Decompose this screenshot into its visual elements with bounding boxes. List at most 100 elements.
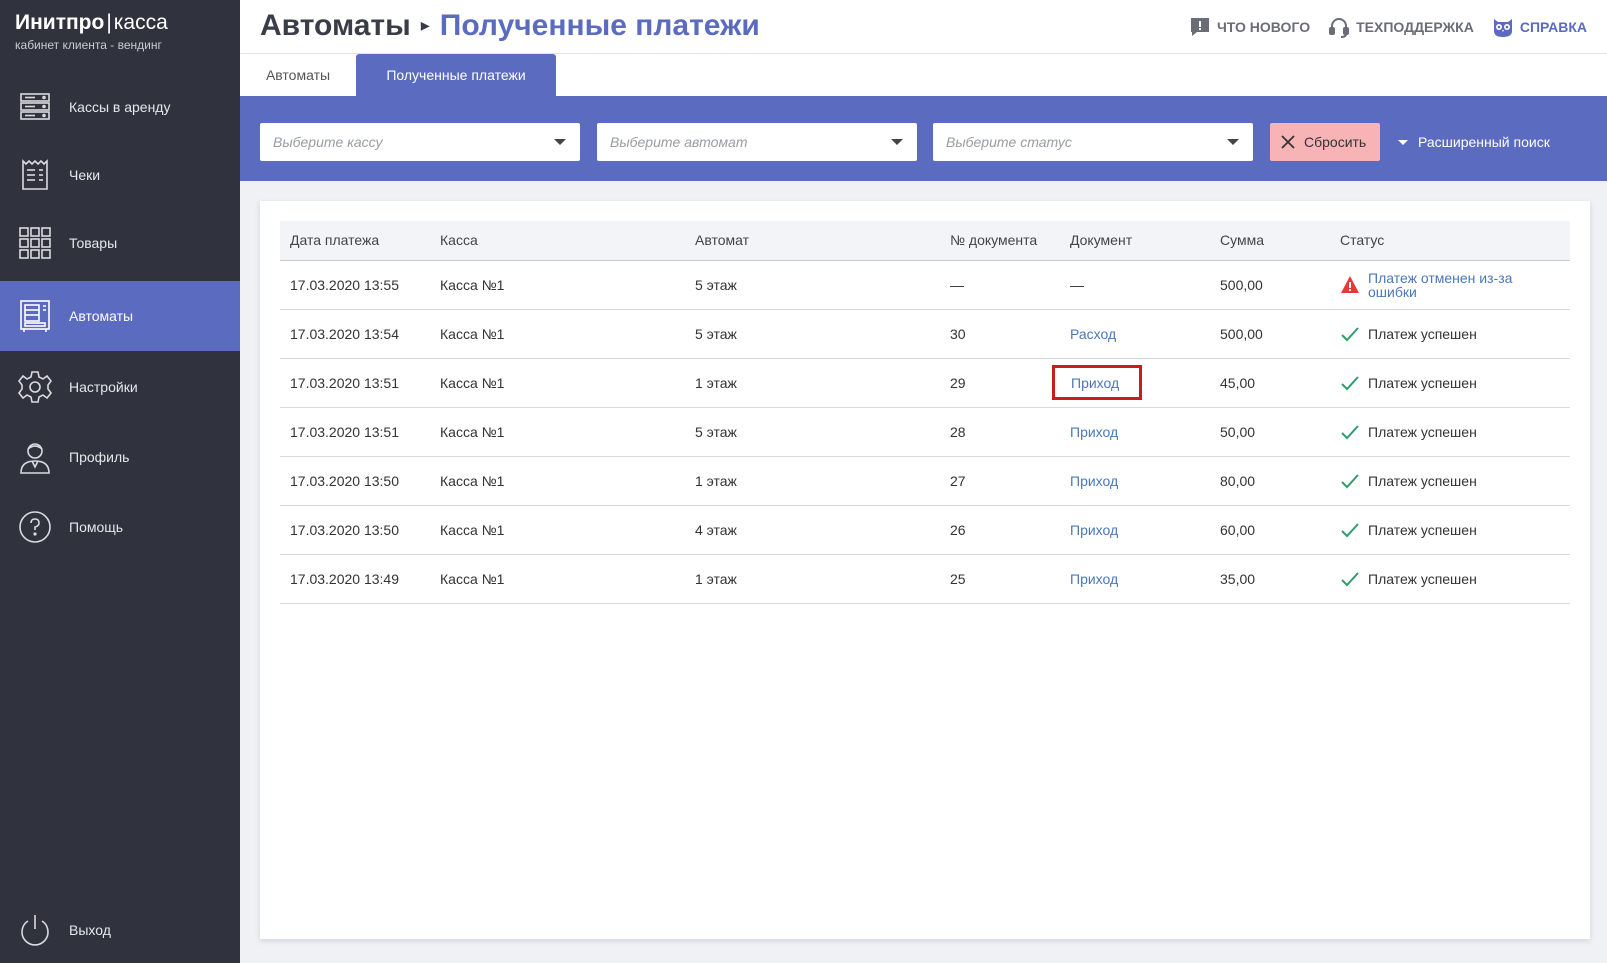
- support-link[interactable]: ТЕХПОДДЕРЖКА: [1328, 16, 1474, 38]
- breadcrumb: Автоматы ▸ Полученные платежи: [260, 9, 760, 43]
- caret-down-icon: [891, 139, 903, 145]
- tab-received-payments[interactable]: Полученные платежи: [356, 54, 556, 96]
- whats-new-label: ЧТО НОВОГО: [1216, 19, 1311, 35]
- cell-date: 17.03.2020 13:49: [290, 570, 399, 587]
- cell-sum: 500,00: [1220, 325, 1263, 342]
- receipt-icon: [17, 157, 53, 193]
- checkmark-icon: [1341, 522, 1359, 537]
- chevron-right-icon: ▸: [420, 15, 430, 35]
- table-row: 17.03.2020 13:51 Касса №1 5 этаж 28 Прих…: [280, 407, 1570, 456]
- sidebar-item-nastroiki[interactable]: Настройки: [0, 352, 240, 422]
- table-row: 17.03.2020 13:50 Касса №1 1 этаж 27 Прих…: [280, 456, 1570, 505]
- page-title: Полученные платежи: [439, 9, 760, 42]
- tab-avtomaty[interactable]: Автоматы: [240, 54, 356, 96]
- cell-date: 17.03.2020 13:51: [290, 423, 399, 440]
- breadcrumb-root[interactable]: Автоматы: [260, 9, 411, 42]
- automat-select[interactable]: Выберите автомат: [597, 123, 917, 161]
- brand-subtitle: кабинет клиента - вендинг: [15, 38, 162, 52]
- col-header-automat[interactable]: Автомат: [685, 221, 940, 260]
- cell-automat: 1 этаж: [695, 374, 737, 391]
- sidebar-item-label: Профиль: [69, 449, 130, 465]
- cell-automat: 1 этаж: [695, 472, 737, 489]
- help-label: СПРАВКА: [1519, 19, 1587, 35]
- cell-sum: 50,00: [1220, 423, 1256, 440]
- sidebar-item-kassy[interactable]: Кассы в аренду: [0, 72, 240, 142]
- help-icon: [17, 509, 53, 545]
- cell-date: 17.03.2020 13:50: [290, 521, 399, 538]
- status-select[interactable]: Выберите статус: [933, 123, 1253, 161]
- cell-kassa: Касса №1: [440, 521, 505, 538]
- status-success: Платеж успешен: [1340, 324, 1570, 344]
- cell-automat: 5 этаж: [695, 423, 737, 440]
- document-link[interactable]: Приход: [1060, 505, 1210, 554]
- whats-new-link[interactable]: ЧТО НОВОГО: [1189, 16, 1310, 38]
- sidebar-item-label: Настройки: [69, 379, 138, 395]
- status-text: Платеж успешен: [1368, 374, 1477, 391]
- document-link[interactable]: Приход: [1060, 456, 1210, 505]
- col-header-date[interactable]: Дата платежа: [280, 221, 430, 260]
- reset-label: Сбросить: [1304, 134, 1367, 150]
- close-icon: [1281, 135, 1295, 149]
- table-row: 17.03.2020 13:55 Касса №1 5 этаж — — 500…: [280, 260, 1570, 309]
- cell-sum: 500,00: [1220, 276, 1263, 293]
- cell-doc-no: —: [950, 276, 964, 293]
- sidebar-item-label: Товары: [69, 235, 118, 251]
- brand-separator: |: [106, 11, 112, 34]
- col-header-doc[interactable]: Документ: [1060, 221, 1210, 260]
- advanced-search-toggle[interactable]: Расширенный поиск: [1398, 123, 1550, 161]
- document-link-highlighted[interactable]: Приход: [1052, 365, 1143, 400]
- caret-down-icon: [1398, 139, 1408, 145]
- status-success: Платеж успешен: [1340, 520, 1570, 540]
- cell-automat: 5 этаж: [695, 325, 737, 342]
- checkmark-icon: [1341, 375, 1359, 390]
- brand-name: Инитпро: [15, 11, 105, 34]
- cell-sum: 80,00: [1220, 472, 1256, 489]
- header: Автоматы ▸ Полученные платежи ЧТО НОВОГО Т…: [240, 0, 1607, 54]
- cell-date: 17.03.2020 13:50: [290, 472, 399, 489]
- cell-date: 17.03.2020 13:51: [290, 374, 399, 391]
- cell-sum: 45,00: [1220, 374, 1256, 391]
- sidebar-item-avtomaty[interactable]: Автоматы: [0, 281, 240, 351]
- logout-button[interactable]: Выход: [0, 895, 240, 963]
- document-link[interactable]: Расход: [1060, 309, 1210, 358]
- brand-product: касса: [113, 11, 168, 34]
- cell-doc-no: 29: [950, 374, 966, 391]
- table-row: 17.03.2020 13:51 Касса №1 1 этаж 29 Прих…: [280, 358, 1570, 407]
- sidebar-item-tovary[interactable]: Товары: [0, 208, 240, 278]
- reset-button[interactable]: Сбросить: [1270, 123, 1380, 161]
- cell-kassa: Касса №1: [440, 472, 505, 489]
- table-row: 17.03.2020 13:49 Касса №1 1 этаж 25 Прих…: [280, 554, 1570, 603]
- col-header-kassa[interactable]: Касса: [430, 221, 685, 260]
- status-text: Платеж успешен: [1368, 521, 1477, 538]
- status-error[interactable]: Платеж отменен из-за ошибки: [1340, 271, 1540, 299]
- cell-sum: 60,00: [1220, 521, 1256, 538]
- status-text: Платеж отменен из-за ошибки: [1368, 269, 1513, 300]
- cell-kassa: Касса №1: [440, 423, 505, 440]
- col-header-sum[interactable]: Сумма: [1210, 221, 1330, 260]
- status-text: Платеж успешен: [1368, 325, 1477, 342]
- sidebar-item-cheki[interactable]: Чеки: [0, 140, 240, 210]
- sidebar-item-pomosch[interactable]: Помощь: [0, 492, 240, 562]
- kassa-select[interactable]: Выберите кассу: [260, 123, 580, 161]
- sidebar-item-label: Чеки: [69, 167, 101, 183]
- automat-select-placeholder: Выберите автомат: [610, 134, 748, 150]
- document-link[interactable]: Приход: [1060, 554, 1210, 603]
- cell-doc-no: 27: [950, 472, 966, 489]
- cell-doc-no: 25: [950, 570, 966, 587]
- table-row: 17.03.2020 13:50 Касса №1 4 этаж 26 Прих…: [280, 505, 1570, 554]
- col-header-doc-no[interactable]: № документа: [940, 221, 1060, 260]
- sidebar-item-profil[interactable]: Профиль: [0, 422, 240, 492]
- cell-automat: 5 этаж: [695, 276, 737, 293]
- table-row: 17.03.2020 13:54 Касса №1 5 этаж 30 Расх…: [280, 309, 1570, 358]
- brand-logo[interactable]: Инитпро|касса кабинет клиента - вендинг: [15, 11, 168, 52]
- cell-doc-no: 28: [950, 423, 966, 440]
- document-link[interactable]: Приход: [1060, 407, 1210, 456]
- col-header-status[interactable]: Статус: [1330, 221, 1570, 260]
- help-link[interactable]: СПРАВКА: [1492, 16, 1587, 38]
- status-success: Платеж успешен: [1340, 422, 1570, 442]
- filter-bar: Выберите кассу Выберите автомат Выберите…: [240, 96, 1607, 181]
- caret-down-icon: [554, 139, 566, 145]
- checkmark-icon: [1341, 571, 1359, 586]
- cell-status: Платеж успешен: [1330, 554, 1570, 603]
- cell-automat: 1 этаж: [695, 570, 737, 587]
